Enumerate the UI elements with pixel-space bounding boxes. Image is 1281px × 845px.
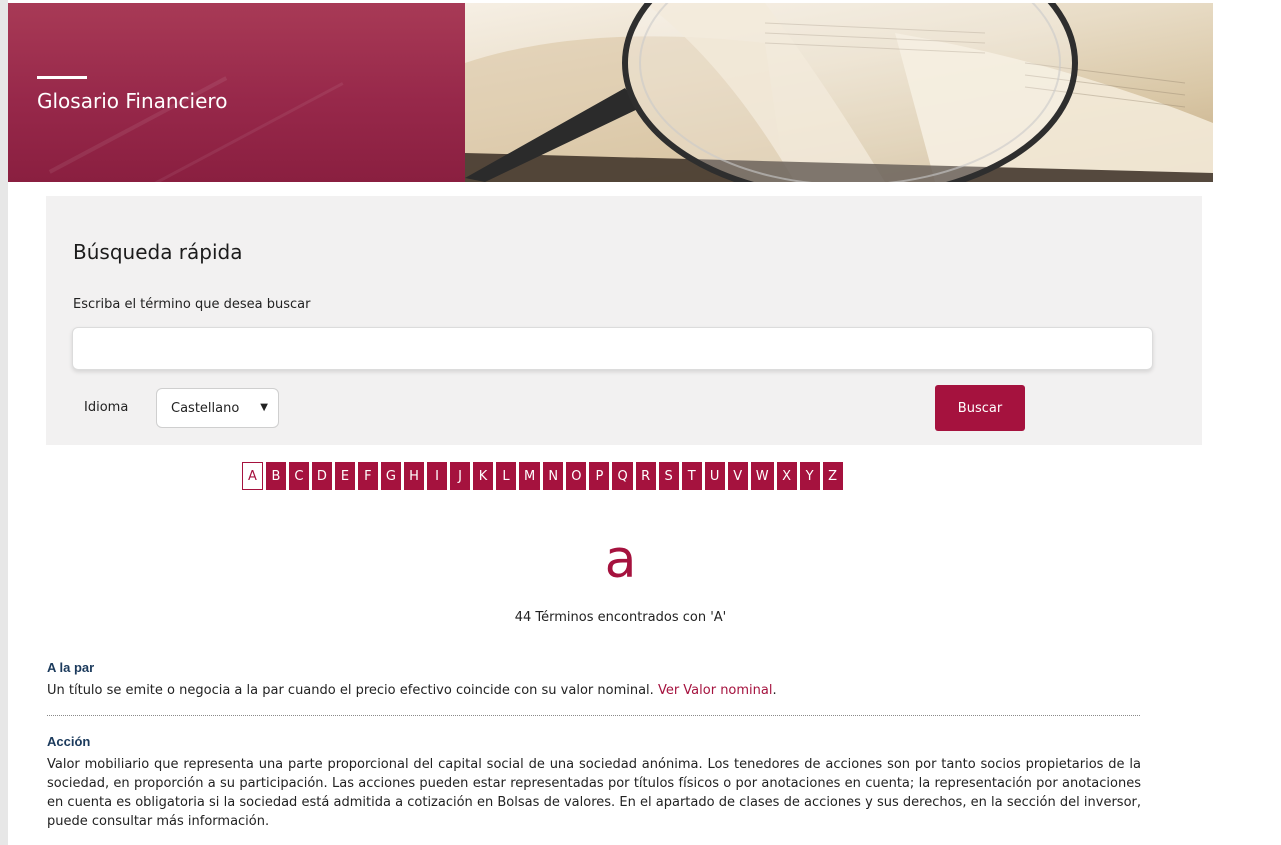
- letter-r[interactable]: R: [635, 462, 656, 490]
- letter-o[interactable]: O: [566, 462, 587, 490]
- search-input[interactable]: [72, 327, 1153, 370]
- letter-w[interactable]: W: [750, 462, 774, 490]
- letter-q[interactable]: Q: [612, 462, 633, 490]
- language-selected-value: Castellano: [171, 400, 240, 416]
- letter-d[interactable]: D: [311, 462, 332, 490]
- page-title: Glosario Financiero: [37, 89, 228, 113]
- letter-p[interactable]: P: [589, 462, 610, 490]
- letter-m[interactable]: M: [519, 462, 541, 490]
- letter-c[interactable]: C: [288, 462, 309, 490]
- language-select[interactable]: Castellano ▼: [156, 388, 279, 428]
- chevron-down-icon: ▼: [260, 402, 268, 413]
- definition-text: Un título se emite o negocia a la par cu…: [47, 683, 658, 698]
- letter-i[interactable]: I: [427, 462, 447, 490]
- quick-search-panel: Búsqueda rápida Escriba el término que d…: [46, 196, 1202, 445]
- results-count: 44 Términos encontrados con 'A': [514, 610, 727, 625]
- header-banner: Glosario Financiero: [8, 3, 1213, 182]
- language-label: Idioma: [84, 400, 129, 415]
- letter-b[interactable]: B: [265, 462, 286, 490]
- banner-accent-line: [37, 76, 87, 79]
- banner-image-book-magnifier: [465, 3, 1213, 182]
- definition-suffix: .: [772, 683, 777, 698]
- entry-divider: [47, 715, 1140, 716]
- letter-k[interactable]: K: [473, 462, 493, 490]
- letter-u[interactable]: U: [704, 462, 725, 490]
- term-definition: Un título se emite o negocia a la par cu…: [47, 681, 1141, 700]
- letter-e[interactable]: E: [334, 462, 355, 490]
- letter-l[interactable]: L: [496, 462, 516, 490]
- search-label: Escriba el término que desea buscar: [73, 297, 311, 312]
- alphabet-nav: A B C D E F G H I J K L M N O P Q R S T …: [242, 462, 843, 490]
- letter-z[interactable]: Z: [822, 462, 843, 490]
- current-letter-heading: a: [604, 530, 637, 590]
- letter-s[interactable]: S: [658, 462, 679, 490]
- letter-g[interactable]: G: [380, 462, 401, 490]
- page-left-edge: [0, 0, 8, 845]
- search-button[interactable]: Buscar: [935, 385, 1025, 431]
- letter-a[interactable]: A: [242, 462, 263, 490]
- letter-t[interactable]: T: [681, 462, 702, 490]
- see-also-link[interactable]: Ver Valor nominal: [658, 683, 773, 698]
- letter-j[interactable]: J: [450, 462, 470, 490]
- letter-y[interactable]: Y: [799, 462, 820, 490]
- term-title: Acción: [47, 734, 91, 749]
- letter-h[interactable]: H: [404, 462, 424, 490]
- term-definition: Valor mobiliario que representa una part…: [47, 757, 1141, 829]
- letter-x[interactable]: X: [776, 462, 797, 490]
- letter-v[interactable]: V: [727, 462, 748, 490]
- banner-title-area: Glosario Financiero: [8, 3, 465, 182]
- letter-f[interactable]: F: [357, 462, 378, 490]
- term-title: A la par: [47, 660, 95, 675]
- letter-n[interactable]: N: [543, 462, 564, 490]
- search-title: Búsqueda rápida: [73, 240, 243, 264]
